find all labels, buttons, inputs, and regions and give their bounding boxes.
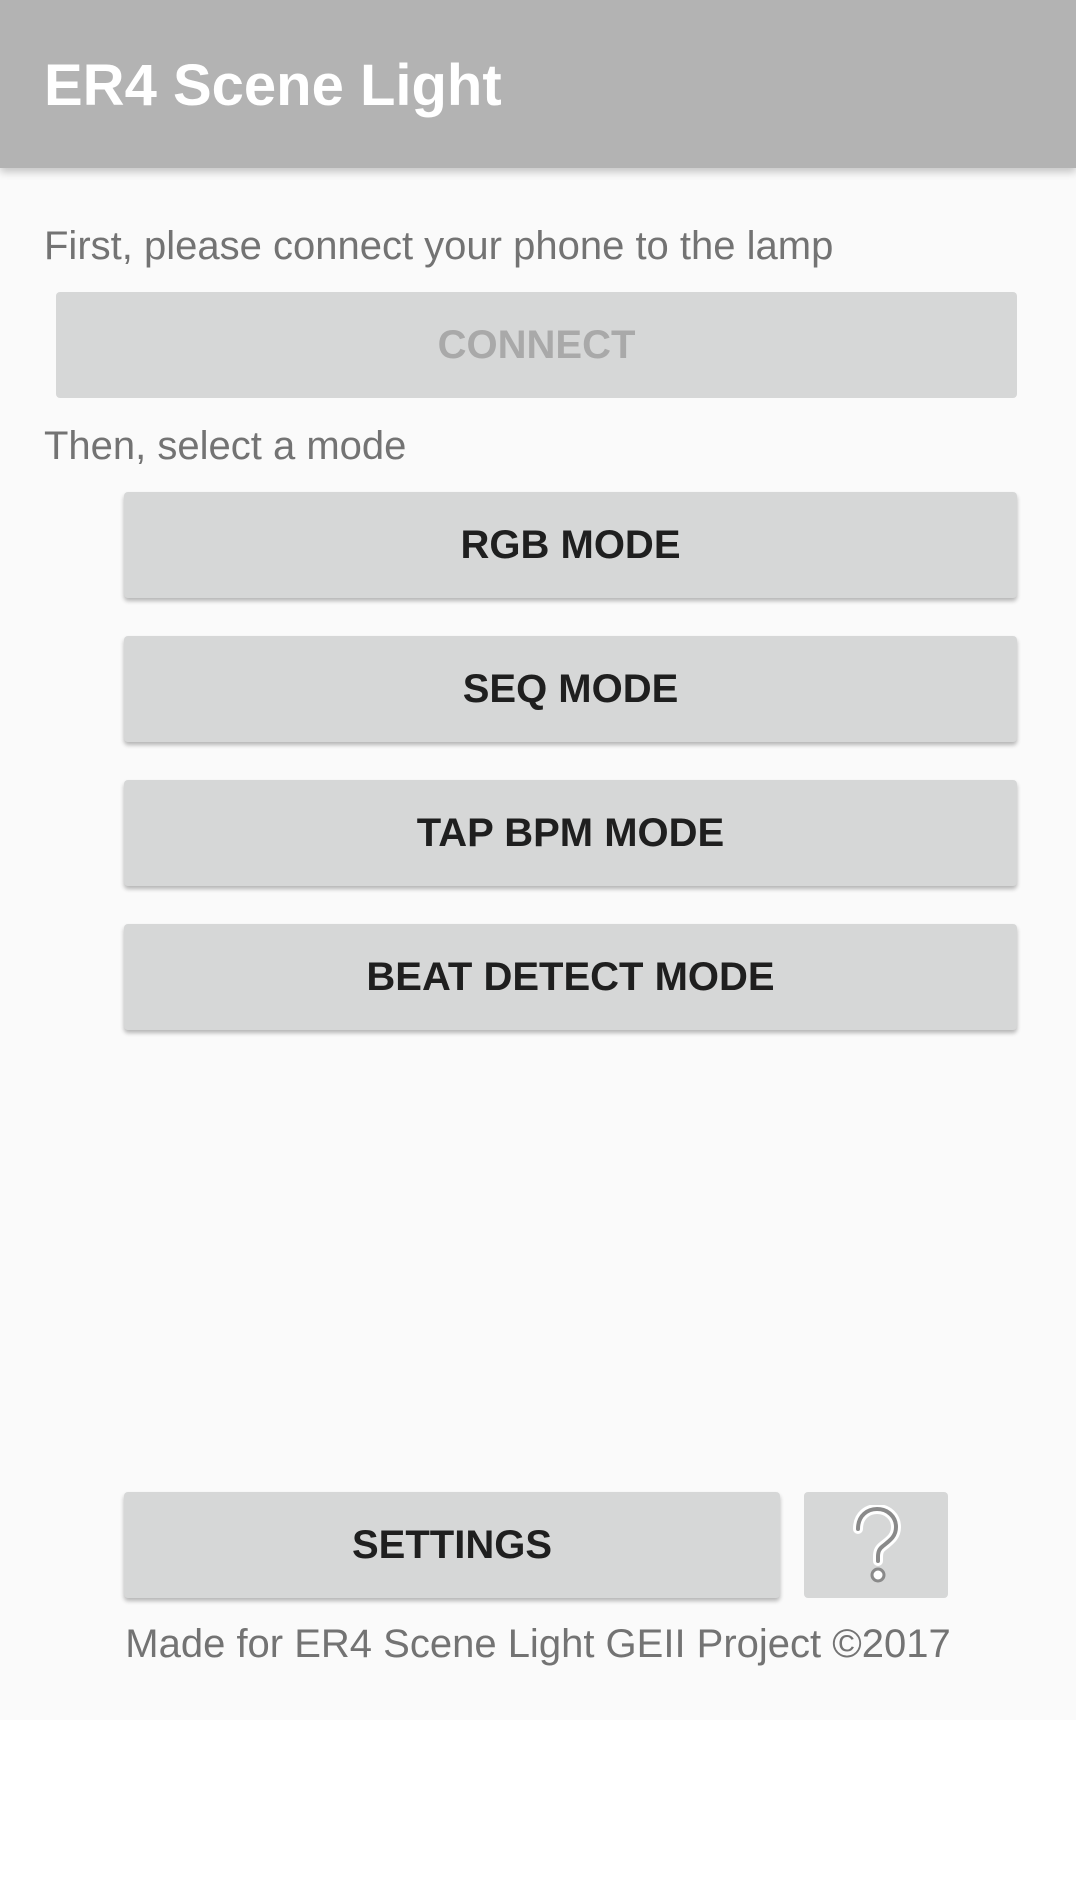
- footer-credit: Made for ER4 Scene Light GEII Project ©2…: [125, 1622, 951, 1666]
- connect-button[interactable]: CONNECT: [56, 292, 1017, 398]
- help-button[interactable]: [804, 1492, 948, 1598]
- rgb-mode-button[interactable]: RGB MODE: [124, 492, 1017, 598]
- seq-mode-button[interactable]: SEQ MODE: [124, 636, 1017, 742]
- app-screen: ER4 Scene Light First, please connect yo…: [0, 0, 1076, 1896]
- beat-detect-mode-button[interactable]: BEAT DETECT MODE: [124, 924, 1017, 1030]
- app-title: ER4 Scene Light: [44, 53, 502, 118]
- main-content: First, please connect your phone to the …: [0, 168, 1076, 1720]
- question-mark-icon: [853, 1505, 902, 1583]
- connect-prompt: First, please connect your phone to the …: [44, 224, 834, 268]
- settings-button[interactable]: SETTINGS: [124, 1492, 780, 1598]
- mode-prompt: Then, select a mode: [44, 424, 407, 468]
- app-bar: ER4 Scene Light: [0, 0, 1076, 168]
- tap-bpm-mode-button[interactable]: TAP BPM MODE: [124, 780, 1017, 886]
